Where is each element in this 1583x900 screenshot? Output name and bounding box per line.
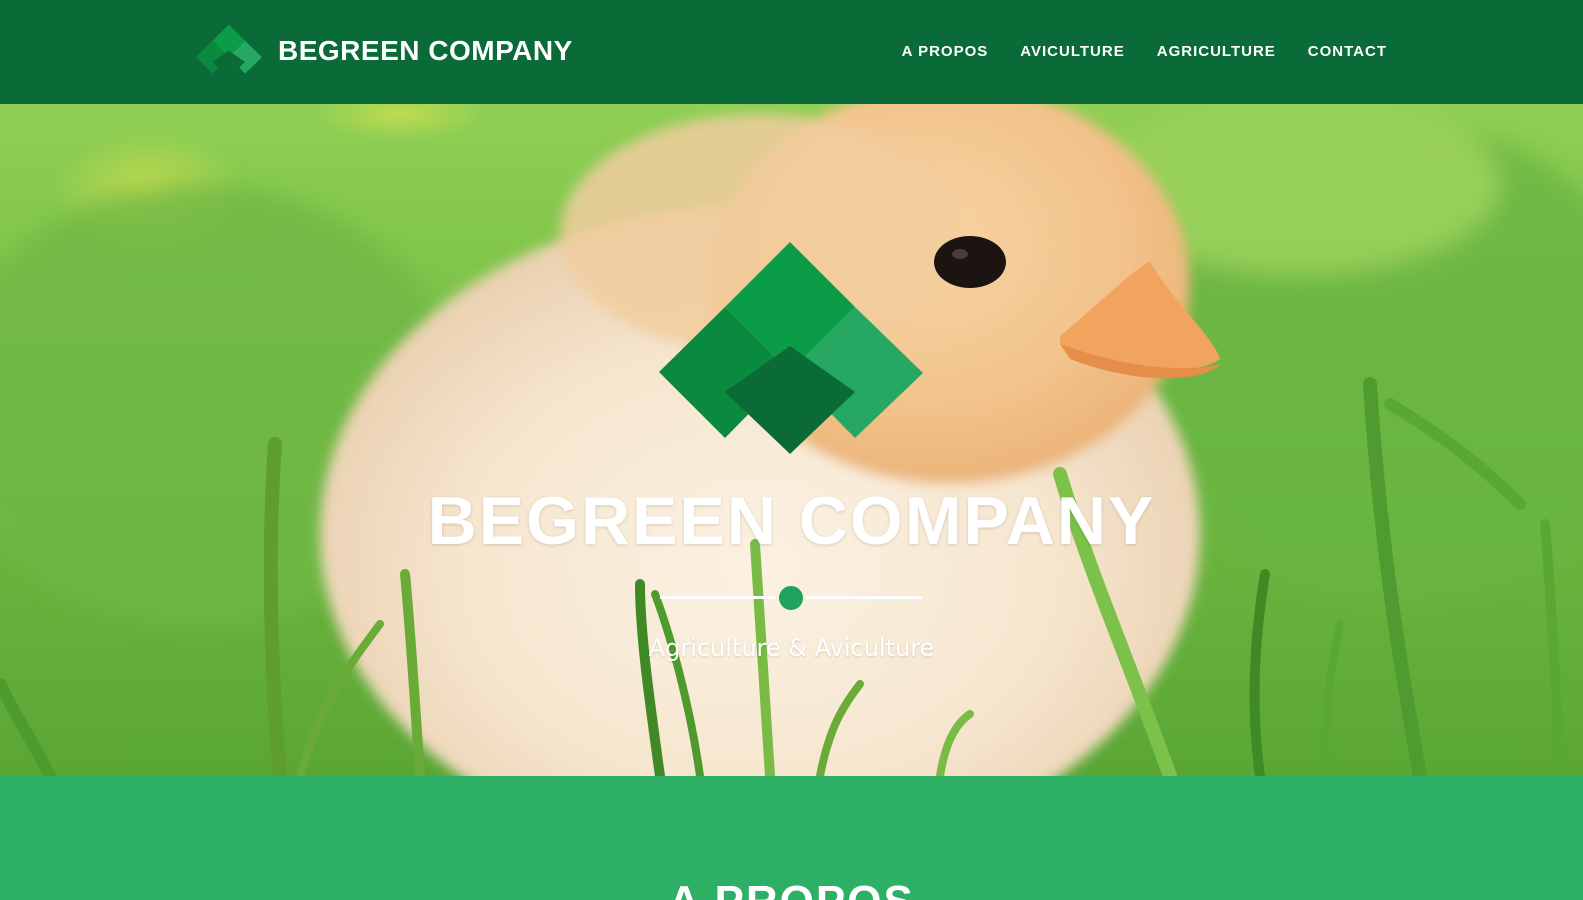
- main-nav: A PROPOS AVICULTURE AGRICULTURE CONTACT: [902, 43, 1387, 61]
- brand-link[interactable]: BEGREEN COMPANY: [196, 24, 573, 78]
- nav-item-contact[interactable]: CONTACT: [1308, 43, 1387, 60]
- begreen-logo-icon: [196, 24, 262, 78]
- hero-title: BEGREEN COMPANY: [427, 483, 1156, 559]
- navbar: BEGREEN COMPANY A PROPOS AVICULTURE AGRI…: [0, 0, 1583, 104]
- brand-name: BEGREEN COMPANY: [278, 35, 573, 66]
- nav-item-agriculture[interactable]: AGRICULTURE: [1157, 43, 1276, 60]
- hero-subtitle: Agriculture & Aviculture: [648, 634, 935, 662]
- nav-item-a-propos[interactable]: A PROPOS: [902, 43, 989, 60]
- about-section: A PROPOS: [0, 776, 1583, 900]
- hero-divider: [660, 586, 922, 610]
- hero-logo-icon: [659, 242, 923, 454]
- nav-item-aviculture[interactable]: AVICULTURE: [1020, 43, 1124, 60]
- hero-section: BEGREEN COMPANY Agriculture & Aviculture: [0, 104, 1583, 776]
- about-heading: A PROPOS: [0, 880, 1583, 900]
- divider-dot-icon: [779, 586, 803, 610]
